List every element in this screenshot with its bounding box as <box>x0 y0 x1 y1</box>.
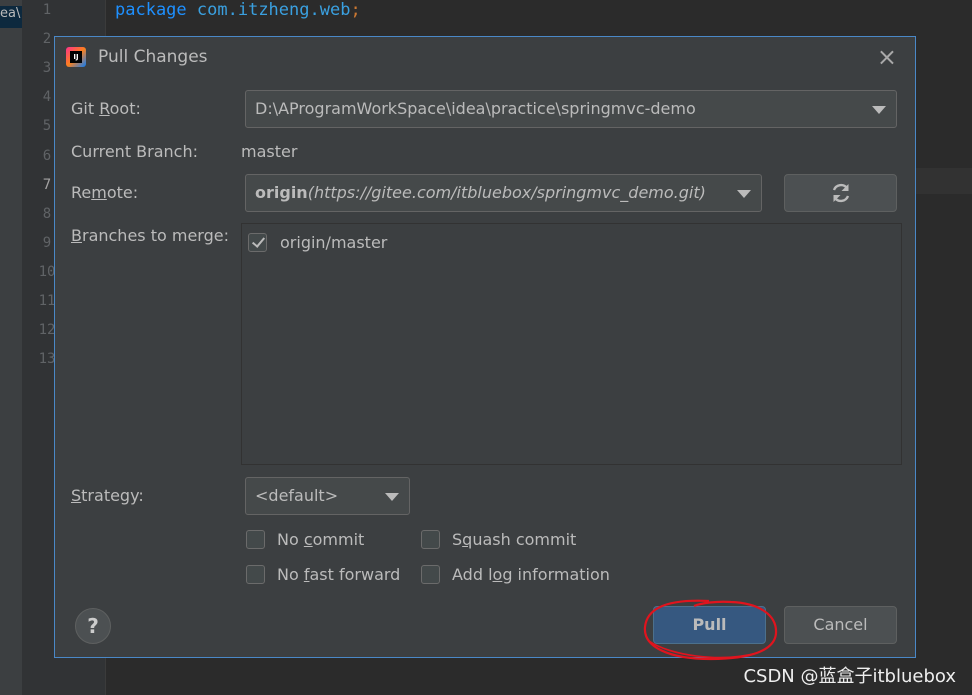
remote-select[interactable]: origin(https://gitee.com/itbluebox/sprin… <box>245 174 762 212</box>
no-fast-forward-checkbox[interactable] <box>246 565 265 584</box>
code-package-name: com.itzheng.web <box>196 0 351 20</box>
project-panel-edge: ea\ <box>0 0 22 695</box>
branches-to-merge-label: Branches to merge: <box>71 226 229 245</box>
dialog-title-bar[interactable]: IJ Pull Changes × <box>55 37 915 77</box>
current-branch-value: master <box>241 142 298 161</box>
add-log-information-checkbox[interactable] <box>421 565 440 584</box>
pull-button[interactable]: Pull <box>653 606 766 644</box>
strategy-label: Strategy: <box>71 486 144 505</box>
git-root-value: D:\AProgramWorkSpace\idea\practice\sprin… <box>255 99 696 118</box>
current-branch-label: Current Branch: <box>71 142 199 161</box>
help-button[interactable]: ? <box>75 608 111 644</box>
squash-commit-label[interactable]: Squash commit <box>452 530 576 549</box>
cancel-button[interactable]: Cancel <box>784 606 897 644</box>
intellij-logo-icon: IJ <box>66 47 86 67</box>
code-line-1[interactable]: package com.itzheng.web; <box>115 0 361 20</box>
code-keyword: package <box>115 0 187 20</box>
remote-url: (https://gitee.com/itbluebox/springmvc_d… <box>307 183 706 202</box>
add-log-information-label[interactable]: Add log information <box>452 565 610 584</box>
csdn-watermark: CSDN @蓝盒子itbluebox <box>743 666 956 687</box>
no-fast-forward-label[interactable]: No fast forward <box>277 565 400 584</box>
remote-name: origin <box>255 183 308 202</box>
refresh-icon <box>832 183 850 203</box>
chevron-down-icon <box>872 106 886 114</box>
dialog-title: Pull Changes <box>98 47 208 67</box>
remote-label: Remote: <box>71 183 139 202</box>
strategy-value: <default> <box>255 486 339 505</box>
pull-changes-dialog: IJ Pull Changes × Git Root: D:\AProgramW… <box>54 36 916 661</box>
refresh-remotes-button[interactable] <box>784 174 897 212</box>
code-semicolon: ; <box>350 0 361 20</box>
squash-commit-checkbox[interactable] <box>421 530 440 549</box>
chevron-down-icon <box>737 190 751 198</box>
remote-value: origin(https://gitee.com/itbluebox/sprin… <box>255 183 721 202</box>
strategy-select[interactable]: <default> <box>245 477 410 515</box>
no-commit-label[interactable]: No commit <box>277 530 364 549</box>
git-root-label: Git Root: <box>71 99 141 118</box>
project-tree-item[interactable]: ea\ <box>0 6 22 28</box>
git-root-select[interactable]: D:\AProgramWorkSpace\idea\practice\sprin… <box>245 90 897 128</box>
chevron-down-icon <box>385 493 399 501</box>
branches-list[interactable]: origin/master <box>241 223 902 465</box>
line-number: 1 <box>42 2 52 18</box>
no-commit-checkbox[interactable] <box>246 530 265 549</box>
branch-name: origin/master <box>280 233 388 252</box>
close-icon[interactable]: × <box>877 43 897 71</box>
branch-checkbox[interactable] <box>248 233 267 252</box>
